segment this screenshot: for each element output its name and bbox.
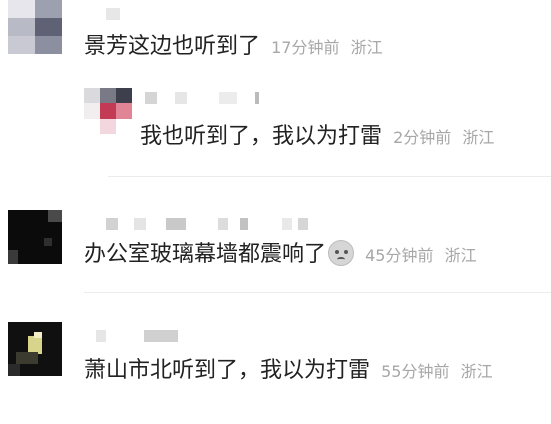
comment-time: 17分钟前 <box>271 38 340 57</box>
username-blurred[interactable] <box>106 8 146 20</box>
divider <box>84 292 551 293</box>
comment-location: 浙江 <box>460 362 493 381</box>
comment-item: 我也听到了，我以为打雷 2分钟前 浙江 <box>140 122 494 153</box>
comment-location: 浙江 <box>462 128 495 147</box>
comment-text: 我也听到了，我以为打雷 <box>140 124 383 149</box>
username-blurred[interactable] <box>145 92 265 104</box>
crying-face-icon <box>328 240 355 266</box>
comment-text: 办公室玻璃幕墙都震响了 <box>84 242 327 267</box>
comment-item: 景芳这边也听到了 17分钟前 浙江 <box>84 32 383 63</box>
username-blurred[interactable] <box>96 330 186 342</box>
comment-text: 萧山市北听到了，我以为打雷 <box>84 358 371 383</box>
comment-text: 景芳这边也听到了 <box>84 34 261 59</box>
comment-item: 办公室玻璃幕墙都震响了 45分钟前 浙江 <box>84 240 477 271</box>
avatar[interactable] <box>8 322 62 376</box>
comment-time: 2分钟前 <box>393 128 452 147</box>
avatar[interactable] <box>8 0 62 54</box>
divider <box>108 176 551 177</box>
username-blurred[interactable] <box>106 218 316 230</box>
avatar[interactable] <box>8 210 62 264</box>
avatar[interactable] <box>84 88 132 134</box>
comment-time: 45分钟前 <box>365 246 434 265</box>
comment-location: 浙江 <box>350 38 383 57</box>
comment-item: 萧山市北听到了，我以为打雷 55分钟前 浙江 <box>84 356 493 387</box>
comment-time: 55分钟前 <box>381 362 450 381</box>
comment-location: 浙江 <box>444 246 477 265</box>
